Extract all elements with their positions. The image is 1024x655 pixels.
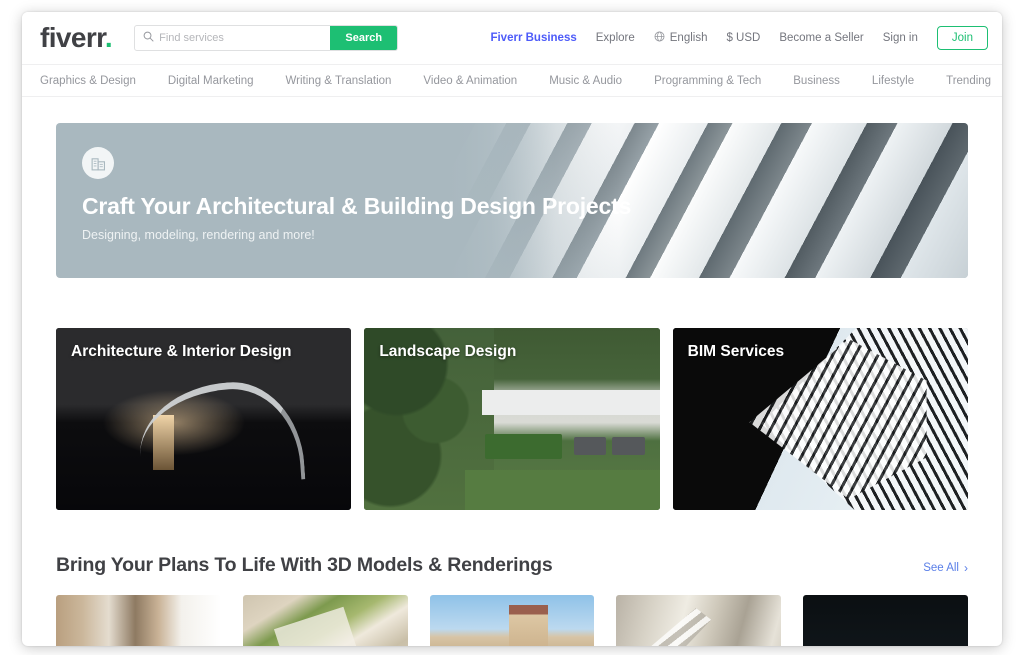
globe-icon: [654, 31, 665, 45]
category-lifestyle[interactable]: Lifestyle: [856, 75, 930, 87]
category-writing-translation[interactable]: Writing & Translation: [270, 75, 408, 87]
nav-fiverr-business[interactable]: Fiverr Business: [490, 32, 576, 44]
hedge-row: [485, 434, 562, 459]
section-header: Bring Your Plans To Life With 3D Models …: [56, 554, 968, 577]
hero-subtitle: Designing, modeling, rendering and more!: [82, 228, 968, 242]
category-graphics-design[interactable]: Graphics & Design: [40, 75, 152, 87]
card-title: Architecture & Interior Design: [71, 343, 292, 361]
building-icon: [82, 147, 114, 179]
bench-right: [612, 437, 644, 455]
join-button[interactable]: Join: [937, 26, 988, 50]
search-bar[interactable]: Search: [134, 25, 398, 51]
hero-title: Craft Your Architectural & Building Desi…: [82, 193, 968, 220]
search-button[interactable]: Search: [330, 26, 397, 50]
patio-area: [482, 390, 659, 415]
nav-currency[interactable]: $ USD: [726, 32, 760, 44]
gig-thumbnail[interactable]: [803, 595, 968, 646]
category-music-audio[interactable]: Music & Audio: [533, 75, 638, 87]
card-architecture-interior-design[interactable]: Architecture & Interior Design: [56, 328, 351, 510]
category-trending[interactable]: Trending: [930, 75, 1002, 87]
nav-become-a-seller[interactable]: Become a Seller: [779, 32, 863, 44]
category-programming-tech[interactable]: Programming & Tech: [638, 75, 777, 87]
nav-explore[interactable]: Explore: [596, 32, 635, 44]
search-icon: [143, 29, 154, 47]
nav-language-label: English: [670, 32, 708, 44]
nav-sign-in[interactable]: Sign in: [883, 32, 918, 44]
card-title: BIM Services: [688, 343, 785, 361]
card-title: Landscape Design: [379, 343, 516, 361]
category-business[interactable]: Business: [777, 75, 856, 87]
browser-page: fiverr. Search Fiverr Business Explore: [22, 12, 1002, 646]
category-digital-marketing[interactable]: Digital Marketing: [152, 75, 270, 87]
chevron-right-icon: ›: [964, 561, 968, 575]
fiverr-logo[interactable]: fiverr.: [40, 24, 112, 52]
gig-thumbnail[interactable]: [430, 595, 595, 646]
see-all-link[interactable]: See All ›: [923, 561, 968, 575]
logo-text: fiverr: [40, 22, 105, 53]
bench-left: [574, 437, 606, 455]
hero-content: Craft Your Architectural & Building Desi…: [56, 123, 968, 242]
search-input[interactable]: [159, 32, 322, 44]
nav-language[interactable]: English: [654, 31, 708, 45]
card-bim-services[interactable]: BIM Services: [673, 328, 968, 510]
gig-thumbnail-row: [56, 595, 968, 646]
logo-dot: .: [105, 22, 112, 53]
search-field[interactable]: [135, 26, 330, 50]
page-body: Craft Your Architectural & Building Desi…: [22, 123, 1002, 646]
gig-thumbnail[interactable]: [56, 595, 221, 646]
lawn-area: [465, 470, 660, 510]
gig-thumbnail[interactable]: [616, 595, 781, 646]
card-landscape-design[interactable]: Landscape Design: [364, 328, 659, 510]
section-title: Bring Your Plans To Life With 3D Models …: [56, 554, 552, 577]
category-nav: Graphics & Design Digital Marketing Writ…: [22, 64, 1002, 97]
gig-thumbnail[interactable]: [243, 595, 408, 646]
category-video-animation[interactable]: Video & Animation: [407, 75, 533, 87]
corridor-doorway: [153, 415, 174, 470]
header-nav: Fiverr Business Explore English $ USD Be…: [490, 26, 988, 50]
category-card-row: Architecture & Interior Design Landscape…: [56, 328, 968, 510]
site-header: fiverr. Search Fiverr Business Explore: [22, 12, 1002, 64]
see-all-label: See All: [923, 562, 959, 574]
hero-banner[interactable]: Craft Your Architectural & Building Desi…: [56, 123, 968, 278]
